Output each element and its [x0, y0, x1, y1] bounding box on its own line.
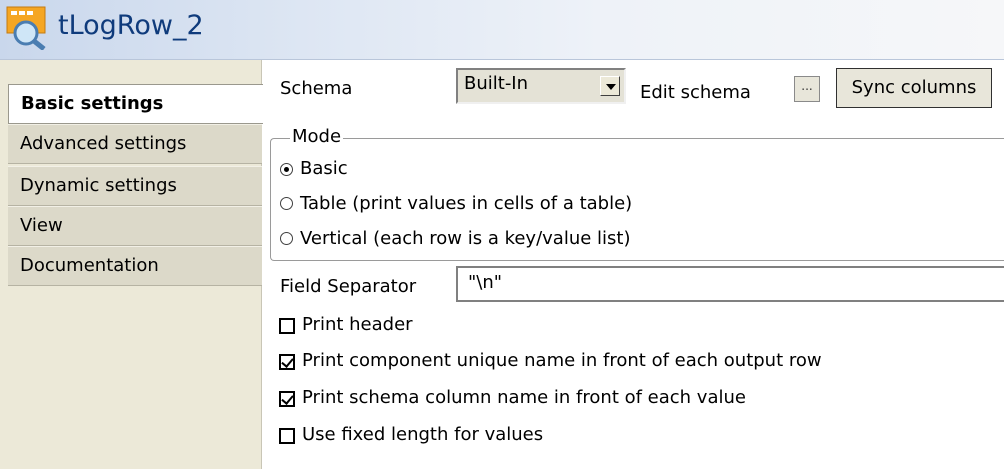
- mode-basic-label: Basic: [300, 158, 348, 179]
- field-separator-label: Field Separator: [280, 276, 417, 297]
- print-column-name-label: Print schema column name in front of eac…: [302, 387, 746, 408]
- schema-select[interactable]: Built-In: [456, 68, 626, 104]
- mode-legend: Mode: [290, 126, 344, 147]
- fixed-length-label: Use fixed length for values: [302, 424, 544, 445]
- log-row-component-icon: [6, 6, 46, 50]
- edit-schema-button[interactable]: ...: [794, 76, 820, 102]
- print-component-name-checkbox[interactable]: [279, 354, 295, 370]
- print-component-name-label: Print component unique name in front of …: [302, 350, 822, 371]
- mode-basic-radio[interactable]: [280, 163, 293, 176]
- tab-dynamic-settings[interactable]: Dynamic settings: [8, 166, 262, 206]
- tab-advanced-settings[interactable]: Advanced settings: [8, 124, 262, 164]
- mode-table-label: Table (print values in cells of a table): [300, 193, 633, 214]
- mode-table-radio[interactable]: [280, 197, 293, 210]
- tab-documentation[interactable]: Documentation: [8, 246, 262, 286]
- print-column-name-checkbox[interactable]: [279, 391, 295, 407]
- fixed-length-checkbox[interactable]: [279, 428, 295, 444]
- edit-schema-label: Edit schema: [640, 82, 751, 103]
- print-header-label: Print header: [302, 314, 413, 335]
- settings-tab-column: Basic settings Advanced settings Dynamic…: [0, 60, 263, 469]
- chevron-down-icon[interactable]: [600, 76, 620, 96]
- mode-vertical-label: Vertical (each row is a key/value list): [300, 228, 631, 249]
- tab-view[interactable]: View: [8, 206, 262, 246]
- mode-vertical-radio[interactable]: [280, 232, 293, 245]
- print-header-checkbox[interactable]: [279, 318, 295, 334]
- schema-select-value: Built-In: [464, 73, 529, 94]
- component-title: tLogRow_2: [58, 10, 204, 41]
- title-bar: tLogRow_2: [0, 0, 1004, 60]
- sync-columns-button[interactable]: Sync columns: [836, 68, 992, 108]
- field-separator-input[interactable]: "\n": [456, 266, 1004, 302]
- schema-label: Schema: [280, 78, 353, 99]
- tab-basic-settings[interactable]: Basic settings: [8, 84, 263, 124]
